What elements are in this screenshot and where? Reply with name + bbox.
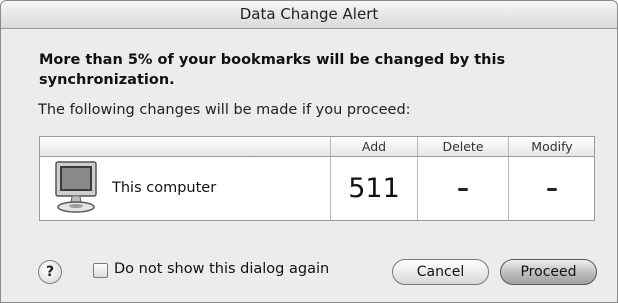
cell-add: 511 xyxy=(330,157,417,220)
dont-show-again-label[interactable]: Do not show this dialog again xyxy=(114,261,329,277)
dont-show-again-checkbox[interactable] xyxy=(93,263,108,278)
alert-subline: The following changes will be made if yo… xyxy=(38,102,411,118)
column-header-delete: Delete xyxy=(417,137,508,156)
dialog-window: Data Change Alert More than 5% of your b… xyxy=(0,0,618,303)
window-title: Data Change Alert xyxy=(1,1,617,29)
help-button[interactable]: ? xyxy=(38,260,62,284)
alert-headline: More than 5% of your bookmarks will be c… xyxy=(39,52,506,88)
cancel-button[interactable]: Cancel xyxy=(392,259,489,285)
table-header: Add Delete Modify xyxy=(40,137,594,157)
column-header-modify: Modify xyxy=(508,137,595,156)
computer-icon xyxy=(55,161,97,213)
cell-delete: – xyxy=(417,157,508,220)
row-label: This computer xyxy=(112,180,217,196)
column-header-add: Add xyxy=(330,137,417,156)
changes-table: Add Delete Modify This computer 511 – – xyxy=(39,136,595,221)
proceed-button[interactable]: Proceed xyxy=(500,259,597,285)
cell-modify: – xyxy=(508,157,595,220)
